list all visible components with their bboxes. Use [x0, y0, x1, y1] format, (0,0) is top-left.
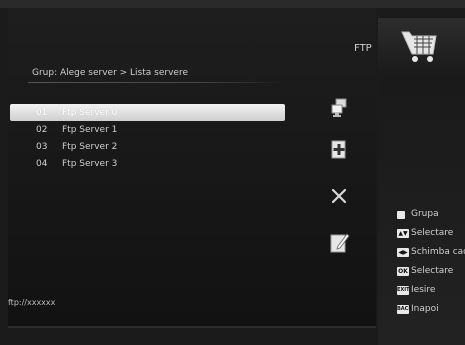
server-name: Ftp Server 2 [62, 142, 118, 152]
list-item[interactable]: 03 Ftp Server 2 [10, 138, 285, 155]
key-legend: Grupa ▲▼ Selectare ◀▶ Schimba cadru OK S… [397, 207, 465, 321]
legend-label: Inapoi [411, 304, 439, 314]
legend-item: ◀▶ Schimba cadru [397, 245, 465, 264]
exit-key-icon: EXIT [397, 286, 410, 295]
server-name: Ftp Server 0 [62, 108, 118, 118]
legend-item: OK Selectare [397, 264, 465, 283]
ftp-tab[interactable] [378, 18, 465, 76]
legend-item: BACK Inapoi [397, 302, 465, 321]
breadcrumb-divider [28, 82, 282, 83]
legend-label: Iesire [411, 285, 436, 295]
list-item[interactable]: 02 Ftp Server 1 [10, 121, 285, 138]
server-list: 01 Ftp Server 0 02 Ftp Server 1 03 Ftp S… [10, 104, 285, 172]
left-right-key-icon: ◀▶ [397, 248, 409, 257]
server-number: 04 [36, 159, 48, 169]
server-number: 03 [36, 142, 48, 152]
list-item[interactable]: 01 Ftp Server 0 [10, 104, 285, 121]
status-path: ftp://xxxxxx [8, 298, 56, 307]
server-name: Ftp Server 3 [62, 159, 118, 169]
legend-item: ▲▼ Selectare [397, 226, 465, 245]
legend-label: Selectare [411, 266, 454, 276]
page-title: FTP [354, 43, 372, 54]
add-icon[interactable] [330, 140, 348, 160]
back-key-icon: BACK [397, 305, 413, 314]
edit-icon[interactable] [330, 231, 350, 253]
up-down-key-icon: ▲▼ [397, 229, 409, 238]
white-key-icon [397, 211, 405, 219]
delete-icon[interactable] [330, 187, 348, 205]
ok-key-icon: OK [397, 267, 409, 276]
list-item[interactable]: 04 Ftp Server 3 [10, 155, 285, 172]
network-icon[interactable] [330, 98, 348, 118]
top-strip [0, 0, 465, 8]
server-number: 01 [36, 108, 48, 118]
server-number: 02 [36, 125, 48, 135]
server-name: Ftp Server 1 [62, 125, 118, 135]
legend-item: EXIT Iesire [397, 283, 465, 302]
cart-icon [401, 31, 437, 62]
legend-label: Schimba cadru [411, 247, 465, 257]
legend-label: Selectare [411, 228, 454, 238]
breadcrumb: Grup: Alege server > Lista servere [32, 68, 188, 78]
legend-label: Grupa [411, 209, 439, 219]
legend-item: Grupa [397, 207, 465, 226]
